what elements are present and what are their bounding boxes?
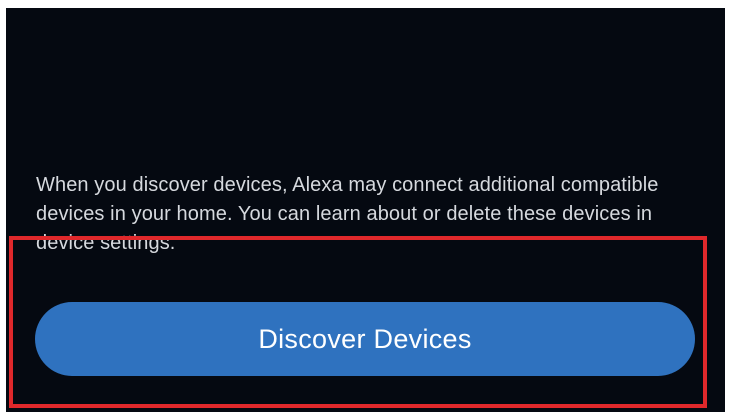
app-screen: When you discover devices, Alexa may con… [6, 8, 725, 412]
discover-devices-button[interactable]: Discover Devices [35, 302, 695, 376]
discovery-info-text: When you discover devices, Alexa may con… [36, 174, 659, 254]
